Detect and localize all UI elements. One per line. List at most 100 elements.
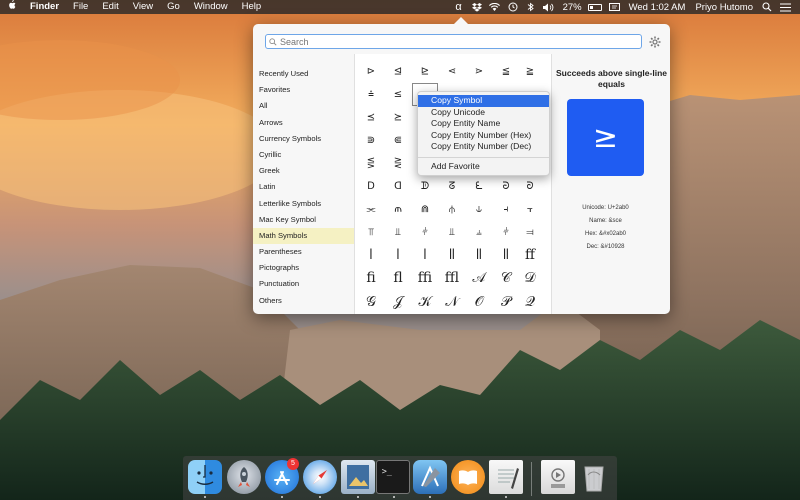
spotlight-icon[interactable] [760, 0, 774, 14]
copy-symbol-item[interactable]: Copy Symbol [418, 95, 549, 107]
category-currency-symbols[interactable]: Currency Symbols [253, 131, 354, 147]
symbol-cell[interactable]: ⋗ [466, 60, 492, 83]
category-recently-used[interactable]: Recently Used [253, 66, 354, 82]
symbol-cell[interactable]: 𝒫 [493, 291, 519, 314]
category-others[interactable]: Others [253, 293, 354, 309]
symbol-cell[interactable]: ǁ [493, 244, 519, 267]
symbol-cell[interactable]: ⋐ [385, 129, 411, 152]
time-machine-icon[interactable] [506, 0, 520, 14]
symbol-cell[interactable]: ⪯ [358, 106, 384, 129]
symbol-cell[interactable]: ≦ [493, 60, 519, 83]
symbol-cell[interactable]: ᘒ [493, 175, 519, 198]
menu-window[interactable]: Window [187, 0, 235, 14]
copy-unicode-item[interactable]: Copy Unicode [418, 107, 549, 119]
battery-icon[interactable] [587, 3, 602, 11]
symbol-cell[interactable]: ⪰ [385, 106, 411, 129]
symbol-cell[interactable]: ⩮ [358, 83, 384, 106]
dropbox-icon[interactable] [470, 0, 484, 14]
symbol-cell[interactable]: ǀ [385, 244, 411, 267]
symbol-cell[interactable]: ǁ [466, 244, 492, 267]
document-icon[interactable] [541, 460, 575, 494]
display-icon[interactable] [608, 0, 622, 14]
trash-icon[interactable] [577, 460, 611, 494]
symbol-cell[interactable]: ≤ [385, 83, 411, 106]
symbol-cell[interactable]: 𝒟 [517, 267, 543, 290]
search-input[interactable] [280, 35, 620, 48]
symbol-cell[interactable]: ǁ [439, 244, 465, 267]
symbol-cell[interactable]: ⋚ [358, 152, 384, 175]
menu-view[interactable]: View [126, 0, 160, 14]
symbol-cell[interactable]: ⋑ [358, 129, 384, 152]
symbol-cell[interactable]: ≧ [517, 60, 543, 83]
user-name[interactable]: Priyo Hutomo [690, 2, 758, 13]
symbol-cell[interactable]: 𝒢 [358, 291, 384, 314]
bluetooth-icon[interactable] [524, 0, 538, 14]
category-latin[interactable]: Latin [253, 179, 354, 195]
symbol-cell[interactable]: ⫨ [466, 221, 492, 244]
category-cyrillic[interactable]: Cyrillic [253, 147, 354, 163]
symbol-cell[interactable]: ⫞ [493, 198, 519, 221]
symbol-cell[interactable]: ﬁ [358, 267, 384, 290]
symbol-cell[interactable]: ⫫ [439, 221, 465, 244]
symbol-cell[interactable]: ᗡ [385, 175, 411, 198]
symbol-cell[interactable]: ǀ [358, 244, 384, 267]
menu-finder[interactable]: Finder [23, 0, 66, 14]
symbol-cell[interactable]: ⫩ [412, 221, 438, 244]
add-favorite-item[interactable]: Add Favorite [418, 161, 549, 173]
symbol-cell[interactable]: ǀ [412, 244, 438, 267]
symbol-cell[interactable]: 𝒥 [385, 291, 411, 314]
symbol-cell[interactable]: ﬄ [439, 267, 465, 290]
symbol-cell[interactable]: ᘍ [466, 175, 492, 198]
symbol-cell[interactable]: ﬂ [385, 267, 411, 290]
menu-help[interactable]: Help [235, 0, 269, 14]
notification-center-icon[interactable] [778, 0, 792, 14]
symbol-cell[interactable]: 𝒩 [439, 291, 465, 314]
symbol-cell[interactable]: ⫟ [517, 198, 543, 221]
launchpad-icon[interactable] [227, 460, 261, 494]
symbol-cell[interactable]: ⋛ [385, 152, 411, 175]
symbol-cell[interactable]: ⫘ [358, 198, 384, 221]
symbol-cell[interactable]: 𝒦 [412, 291, 438, 314]
symbol-cell[interactable]: ⫤ [517, 221, 543, 244]
clock[interactable]: Wed 1:02 AM [624, 2, 691, 13]
symbol-cell[interactable]: 𝒞 [493, 267, 519, 290]
copy-entity-hex-item[interactable]: Copy Entity Number (Hex) [418, 130, 549, 142]
safari-icon[interactable] [303, 460, 337, 494]
xcode-icon[interactable] [413, 460, 447, 494]
symbol-cell[interactable]: ᗞ [358, 175, 384, 198]
category-math-symbols[interactable]: Math Symbols [253, 227, 354, 245]
category-punctuation[interactable]: Punctuation [253, 276, 354, 292]
category-letterlike-symbols[interactable]: Letterlike Symbols [253, 196, 354, 212]
symbol-cell[interactable]: 𝒜 [466, 267, 492, 290]
category-all[interactable]: All [253, 98, 354, 114]
symbol-cell[interactable]: ⊵ [412, 60, 438, 83]
terminal-icon[interactable]: >_ [376, 460, 410, 494]
symbol-cell[interactable]: ⋒ [412, 198, 438, 221]
symbol-cell[interactable]: 𝒪 [466, 291, 492, 314]
wifi-icon[interactable] [488, 0, 502, 14]
symbol-cell[interactable]: ⊴ [385, 60, 411, 83]
alpha-icon[interactable]: α [452, 0, 466, 14]
volume-icon[interactable] [542, 0, 556, 14]
preview-icon[interactable] [341, 460, 375, 494]
symbol-cell[interactable]: ⊳ [358, 60, 384, 83]
symbol-cell[interactable]: ﬃ [412, 267, 438, 290]
symbol-cell[interactable]: ⋖ [439, 60, 465, 83]
symbol-cell[interactable]: ﬀ [517, 244, 543, 267]
category-mac-key-symbol[interactable]: Mac Key Symbol [253, 212, 354, 228]
symbol-cell[interactable]: ⫝ [466, 198, 492, 221]
symbol-cell[interactable]: ᘐ [517, 175, 543, 198]
apple-icon[interactable] [0, 0, 23, 15]
symbol-cell[interactable]: ⫩ [493, 221, 519, 244]
category-arrows[interactable]: Arrows [253, 115, 354, 131]
search-box[interactable] [265, 34, 642, 49]
category-parentheses[interactable]: Parentheses [253, 244, 354, 260]
symbol-cell[interactable]: ⫛ [439, 198, 465, 221]
category-favorites[interactable]: Favorites [253, 82, 354, 98]
ibooks-icon[interactable] [451, 460, 485, 494]
symbol-preview[interactable]: ≥ [567, 99, 644, 176]
gear-icon[interactable] [649, 35, 661, 48]
category-pictographs[interactable]: Pictographs [253, 260, 354, 276]
menu-file[interactable]: File [66, 0, 95, 14]
copy-entity-dec-item[interactable]: Copy Entity Number (Dec) [418, 141, 549, 153]
